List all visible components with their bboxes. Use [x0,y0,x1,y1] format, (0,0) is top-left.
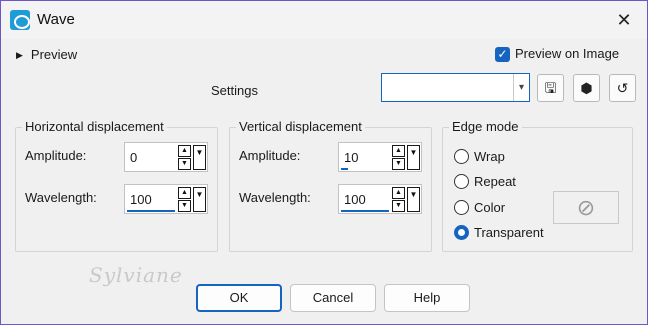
chevron-down-icon[interactable]: ▾ [513,74,529,101]
wave-dialog: Wave ✕ ▶ Preview ✓ Preview on Image Setti… [0,0,648,325]
horizontal-wavelength-label: Wavelength: [25,190,97,205]
horizontal-amplitude-spinner[interactable]: 0 ▲ ▼ ▼ [124,142,208,172]
help-button[interactable]: Help [384,284,470,312]
vertical-wavelength-slider-fill [341,210,389,212]
horizontal-amplitude-label: Amplitude: [25,148,87,163]
color-radio[interactable] [454,200,469,215]
increment-icon[interactable]: ▲ [178,187,191,199]
transparent-radio[interactable] [454,225,469,240]
settings-label: Settings [211,83,258,98]
horizontal-wavelength-spinner[interactable]: 100 ▲ ▼ ▼ [124,184,208,214]
vertical-amplitude-slider-fill [341,168,348,170]
transparent-label: Transparent [474,225,544,240]
vertical-displacement-title: Vertical displacement [236,119,365,134]
ok-button[interactable]: OK [196,284,282,312]
disabled-icon: ⊘ [576,195,596,220]
horizontal-wavelength-slider-fill [127,210,175,212]
horizontal-wavelength-value: 100 [130,192,152,207]
repeat-radio[interactable] [454,174,469,189]
decrement-icon[interactable]: ▼ [392,200,405,212]
vertical-amplitude-value: 10 [344,150,359,165]
expand-triangle-icon: ▶ [16,50,23,60]
vertical-wavelength-value: 100 [344,192,366,207]
presets-button[interactable]: ⬢ [573,74,600,102]
wrap-label: Wrap [474,149,505,164]
edge-mode-title: Edge mode [449,119,522,134]
color-label: Color [474,200,506,215]
dropdown-arrow-icon[interactable]: ▼ [407,145,420,170]
preview-row: ▶ Preview ✓ Preview on Image [1,39,647,69]
save-preset-button[interactable]: 🖫 [537,74,564,102]
increment-icon[interactable]: ▲ [392,187,405,199]
vertical-wavelength-label: Wavelength: [239,190,311,205]
close-button[interactable]: ✕ [601,1,647,39]
window-title: Wave [37,11,75,28]
horizontal-amplitude-value: 0 [130,150,138,165]
dropdown-arrow-icon[interactable]: ▼ [407,187,420,212]
preview-toggle[interactable]: ▶ Preview [16,47,77,62]
reset-icon: ↺ [616,80,629,96]
presets-icon: ⬢ [580,80,593,96]
cancel-button[interactable]: Cancel [290,284,376,312]
settings-select[interactable]: ▾ [381,73,530,102]
edge-color-swatch[interactable]: ⊘ [553,191,619,224]
dropdown-arrow-icon[interactable]: ▼ [193,187,206,212]
decrement-icon[interactable]: ▼ [178,158,191,170]
preview-label: Preview [30,47,78,62]
watermark-signature: Sylviane [89,263,183,287]
preview-on-image-checkbox[interactable]: ✓ [495,47,510,62]
wrap-radio[interactable] [454,149,469,164]
wave-app-icon [10,10,30,30]
dropdown-arrow-icon[interactable]: ▼ [193,145,206,170]
vertical-wavelength-spinner[interactable]: 100 ▲ ▼ ▼ [338,184,422,214]
title-bar: Wave ✕ [1,1,647,39]
repeat-label: Repeat [474,174,516,189]
vertical-displacement-group: Vertical displacement Amplitude: 10 ▲ ▼ … [229,119,432,252]
save-icon: 🖫 [544,80,557,96]
edge-mode-group: Edge mode Wrap Repeat Color Transparent [442,119,633,252]
increment-icon[interactable]: ▲ [178,145,191,157]
horizontal-displacement-group: Horizontal displacement Amplitude: 0 ▲ ▼… [15,119,218,252]
increment-icon[interactable]: ▲ [392,145,405,157]
vertical-amplitude-label: Amplitude: [239,148,301,163]
preview-on-image-label: Preview on Image [515,46,620,61]
horizontal-displacement-title: Horizontal displacement [22,119,167,134]
reset-button[interactable]: ↺ [609,74,636,102]
vertical-amplitude-spinner[interactable]: 10 ▲ ▼ ▼ [338,142,422,172]
decrement-icon[interactable]: ▼ [392,158,405,170]
decrement-icon[interactable]: ▼ [178,200,191,212]
